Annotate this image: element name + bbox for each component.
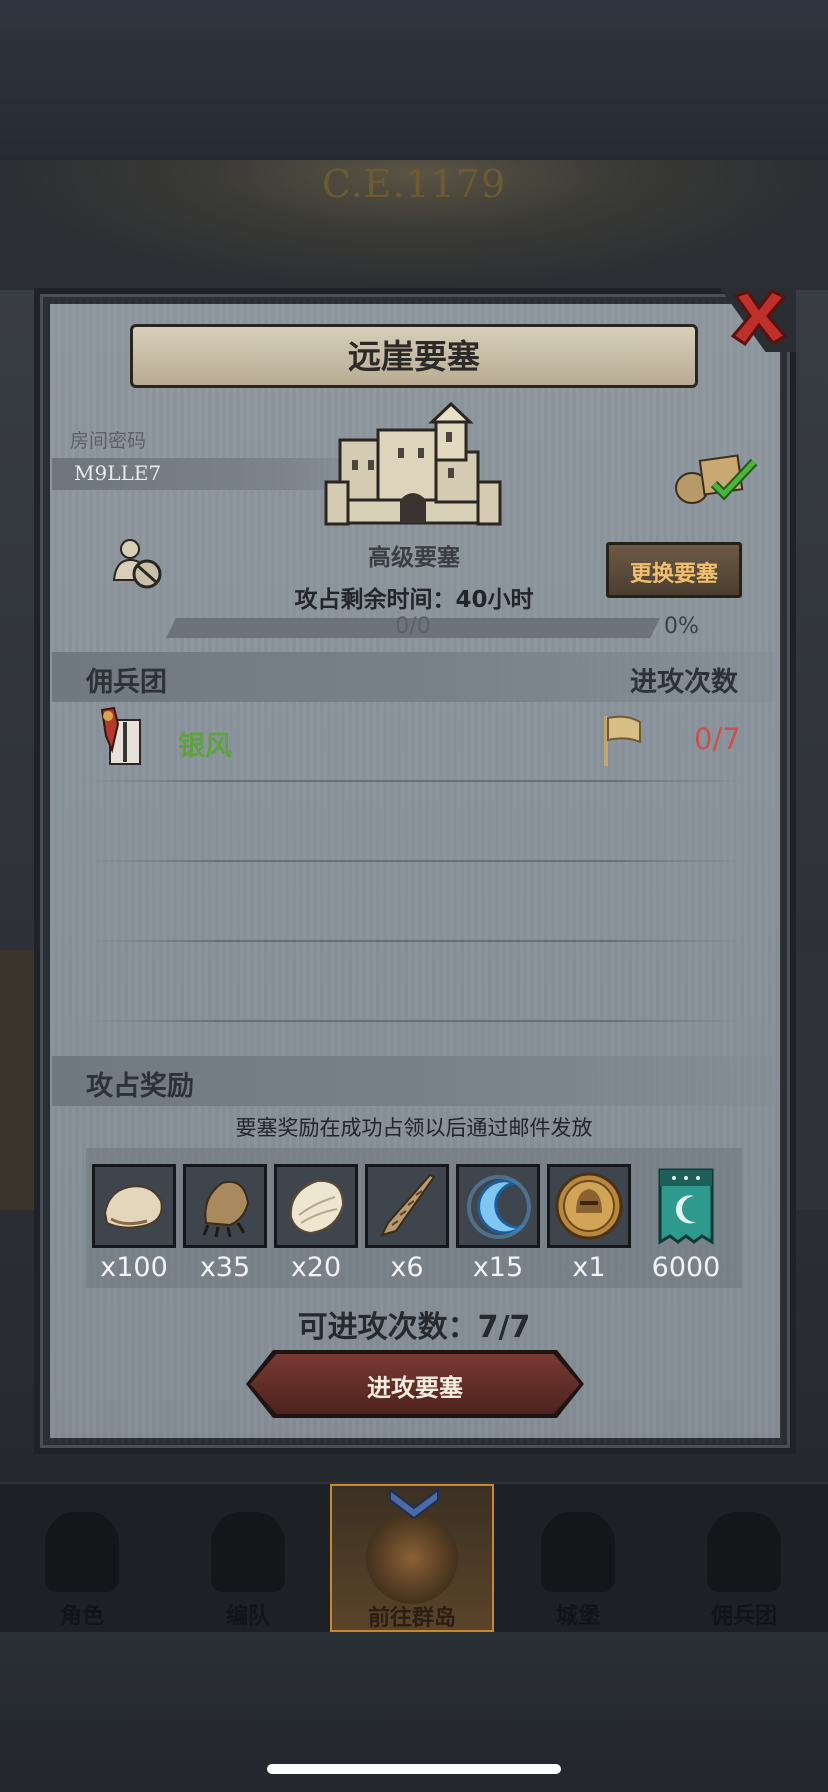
compass-icon — [366, 1512, 458, 1604]
reward-qty: x20 — [290, 1252, 342, 1283]
nav-label: 城堡 — [555, 1604, 600, 1629]
capture-progress-percent: 0% — [664, 614, 699, 639]
reward-slot-fortress-banner[interactable] — [656, 1166, 716, 1246]
room-code[interactable]: M9LLE7 — [74, 461, 161, 485]
remaining-attempts: 可进攻次数：7/7 — [297, 1310, 531, 1345]
reward-slot-knight-medal[interactable] — [547, 1164, 631, 1248]
nav-label: 编队 — [225, 1604, 270, 1629]
nav-label: 角色 — [59, 1604, 104, 1629]
fortress-banner-icon — [658, 1168, 714, 1245]
rewards-note: 要塞奖励在成功占领以后通过邮件发放 — [235, 1116, 593, 1140]
reward-qty: 6000 — [651, 1252, 721, 1283]
guild-attack-count: 0/7 — [694, 722, 741, 756]
horn-icon — [380, 1173, 436, 1237]
nav-formation[interactable]: 编队 — [166, 1484, 330, 1632]
nav-label: 佣兵团 — [710, 1604, 777, 1629]
knight-medal-icon — [555, 1172, 623, 1240]
reward-slot-fur-pelt[interactable] — [92, 1164, 176, 1248]
reward-qty: x6 — [390, 1252, 424, 1283]
fortress-castle-icon — [318, 400, 508, 535]
nav-castle[interactable]: 城堡 — [496, 1484, 660, 1632]
era-year: C.E.1179 — [321, 162, 507, 206]
mercenary-icon — [707, 1512, 781, 1592]
nav-mercenary[interactable]: 佣兵团 — [662, 1484, 826, 1632]
reward-qty: x15 — [472, 1252, 524, 1283]
guild-name[interactable]: 银风 — [178, 724, 232, 763]
home-indicator[interactable] — [267, 1764, 561, 1774]
supplies-check-icon[interactable] — [672, 448, 764, 508]
top-background — [0, 0, 828, 160]
rewards-header: 攻占奖励 — [86, 1071, 194, 1102]
change-fortress-label: 更换要塞 — [629, 562, 718, 587]
right-map-edge — [794, 950, 828, 1210]
knight-icon — [45, 1512, 119, 1592]
guild-emblem-icon — [96, 706, 148, 768]
dialog-title: 远崖要塞 — [348, 337, 480, 376]
row-divider — [86, 940, 742, 942]
fortress-type: 高级要塞 — [368, 545, 460, 571]
attack-fortress-label: 进攻要塞 — [367, 1374, 463, 1402]
time-remaining: 攻占剩余时间：40小时 — [294, 587, 534, 613]
close-icon — [730, 289, 788, 347]
nav-label: 前往群岛 — [367, 1606, 456, 1631]
blue-crescent-icon — [467, 1175, 531, 1239]
reward-slot-hide[interactable] — [274, 1164, 358, 1248]
helmet-icon — [211, 1512, 285, 1592]
mercenary-header: 佣兵团 — [86, 667, 167, 698]
beast-claw-icon — [202, 1181, 250, 1238]
reward-qty: x1 — [572, 1252, 606, 1283]
attack-count-header: 进攻次数 — [630, 667, 738, 698]
left-map-edge — [0, 950, 34, 1210]
room-password-label: 房间密码 — [70, 430, 147, 452]
castle-icon — [541, 1512, 615, 1592]
reward-qty: x100 — [100, 1252, 168, 1283]
capture-progress-text: 0/0 — [395, 614, 431, 639]
row-divider — [86, 860, 742, 862]
reward-slot-blue-crescent[interactable] — [456, 1164, 540, 1248]
reward-slot-beast-claw[interactable] — [183, 1164, 267, 1248]
flag-icon — [600, 712, 644, 768]
fur-pelt-icon — [103, 1185, 163, 1229]
no-mercenary-icon — [110, 536, 166, 592]
reward-slot-horn[interactable] — [365, 1164, 449, 1248]
chevron-down-icon — [386, 1486, 442, 1522]
hide-icon — [289, 1179, 345, 1235]
row-divider — [86, 780, 742, 782]
reward-qty: x35 — [199, 1252, 251, 1283]
close-button[interactable] — [728, 286, 790, 348]
nav-character[interactable]: 角色 — [0, 1484, 164, 1632]
row-divider — [86, 1020, 742, 1022]
